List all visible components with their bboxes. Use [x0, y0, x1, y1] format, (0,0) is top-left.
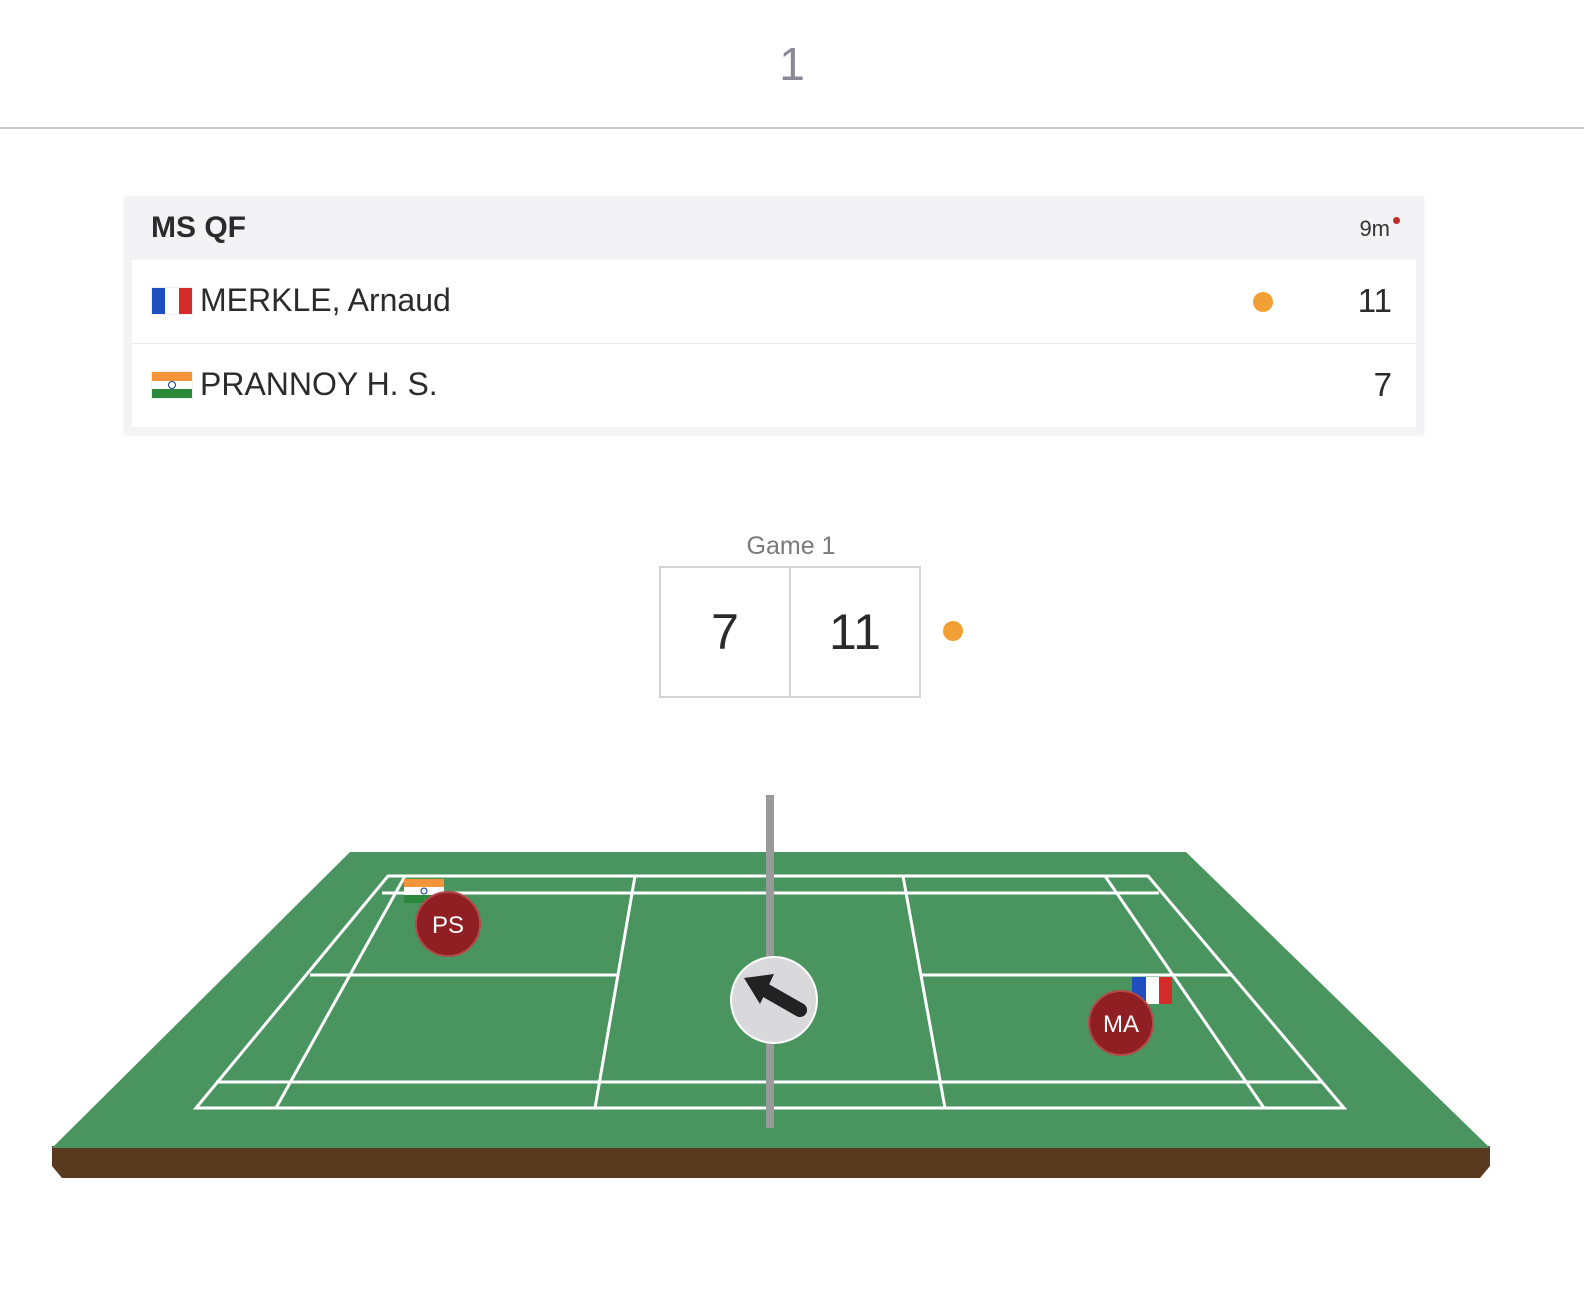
player-initials-right: MA	[1103, 1011, 1139, 1038]
shuttle-direction-button[interactable]	[730, 956, 818, 1044]
court-overlay: PS MA	[404, 879, 1172, 1056]
player-badge-right[interactable]: MA	[1088, 990, 1154, 1056]
player-badge-left[interactable]: PS	[415, 891, 481, 957]
player-initials-left: PS	[432, 912, 464, 939]
